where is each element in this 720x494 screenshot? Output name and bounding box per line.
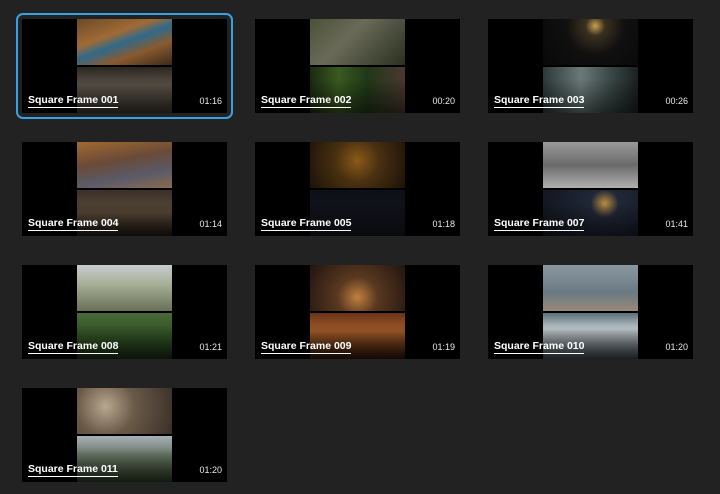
- clip-title[interactable]: Square Frame 009: [261, 340, 352, 354]
- clip-duration: 01:41: [665, 219, 688, 229]
- clip-grid: Square Frame 001 01:16 Square Frame 002 00:…: [0, 0, 720, 494]
- clip-duration: 00:26: [665, 96, 688, 106]
- clip-title[interactable]: Square Frame 005: [261, 217, 352, 231]
- clip-title[interactable]: Square Frame 002: [261, 94, 352, 108]
- clip-duration: 01:18: [432, 219, 455, 229]
- thumbnail-top-frame: [310, 142, 405, 188]
- clip-duration: 01:20: [665, 342, 688, 352]
- thumbnail-top-frame: [77, 19, 172, 65]
- thumbnail-top-frame: [77, 388, 172, 434]
- thumbnail-top-frame: [310, 265, 405, 311]
- clip-card[interactable]: Square Frame 002 00:20: [255, 19, 460, 113]
- clip-title[interactable]: Square Frame 010: [494, 340, 585, 354]
- thumbnail-top-frame: [77, 265, 172, 311]
- thumbnail-top-frame: [77, 142, 172, 188]
- clip-card[interactable]: Square Frame 010 01:20: [488, 265, 693, 359]
- clip-duration: 01:20: [199, 465, 222, 475]
- thumbnail-top-frame: [310, 19, 405, 65]
- clip-duration: 01:16: [199, 96, 222, 106]
- clip-card[interactable]: Square Frame 007 01:41: [488, 142, 693, 236]
- clip-card[interactable]: Square Frame 003 00:26: [488, 19, 693, 113]
- clip-duration: 01:21: [199, 342, 222, 352]
- thumbnail-top-frame: [543, 19, 638, 65]
- clip-card[interactable]: Square Frame 008 01:21: [22, 265, 227, 359]
- clip-card[interactable]: Square Frame 004 01:14: [22, 142, 227, 236]
- clip-card[interactable]: Square Frame 011 01:20: [22, 388, 227, 482]
- clip-title[interactable]: Square Frame 003: [494, 94, 585, 108]
- clip-title[interactable]: Square Frame 008: [28, 340, 119, 354]
- clip-title[interactable]: Square Frame 004: [28, 217, 119, 231]
- clip-card[interactable]: Square Frame 005 01:18: [255, 142, 460, 236]
- clip-card[interactable]: Square Frame 001 01:16: [16, 13, 233, 119]
- clip-title[interactable]: Square Frame 001: [28, 94, 119, 108]
- clip-duration: 01:19: [432, 342, 455, 352]
- thumbnail-top-frame: [543, 265, 638, 311]
- clip-duration: 01:14: [199, 219, 222, 229]
- clip-card[interactable]: Square Frame 009 01:19: [255, 265, 460, 359]
- thumbnail-top-frame: [543, 142, 638, 188]
- clip-title[interactable]: Square Frame 007: [494, 217, 585, 231]
- clip-duration: 00:20: [432, 96, 455, 106]
- clip-title[interactable]: Square Frame 011: [28, 463, 118, 477]
